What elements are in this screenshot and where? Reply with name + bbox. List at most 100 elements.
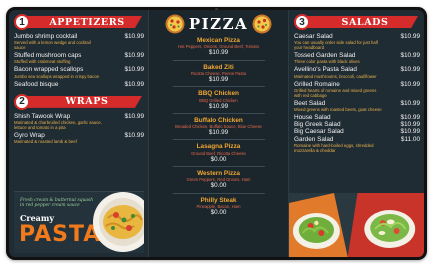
divider [172, 166, 265, 168]
menu-item: Big Caesar Salad $10.99 [294, 128, 420, 135]
menu-item: Avellino's Pasta Salad $10.99 Marinated m… [294, 66, 420, 78]
item-price: $10.99 [400, 66, 420, 74]
item-name: Caesar Salad [294, 33, 333, 40]
item-name: Beet Salad [294, 99, 326, 107]
middle-column: PIZZA Mexican Pizza Hot Peppers, Onions,… [148, 10, 289, 257]
item-name: Grilled Romaine [294, 80, 340, 88]
menu-item: Caesar Salad $10.99 You can usually order… [294, 33, 420, 50]
item-price: $10.99 [400, 114, 420, 122]
item-name: Big Caesar Salad [294, 128, 344, 136]
item-name: Lasagna Pizza [196, 143, 241, 151]
item-desc: You can usually order side salad for jus… [294, 40, 378, 51]
item-name: Garden Salad [294, 135, 334, 143]
pasta-promo: Fresh cream & butternut squash in red pe… [14, 191, 144, 253]
pizza-title: PIZZA [188, 15, 249, 33]
item-price: $10.99 [400, 80, 420, 88]
pizza-icon [165, 14, 185, 34]
item-price: $10.99 [400, 121, 420, 129]
item-price: $10.99 [208, 102, 229, 110]
item-price: $11.00 [400, 135, 420, 143]
promo-tagline: Fresh cream & butternut squash in red pe… [20, 198, 93, 209]
item-price: $10.99 [124, 132, 144, 140]
menu-item: Big Greek Salad $10.99 [294, 121, 420, 128]
pizza-item: Lasagna Pizza Ground Beef, Ricotta Chees… [152, 143, 285, 163]
item-name: Jumbo shrimp cocktail [14, 33, 78, 40]
divider [172, 86, 265, 88]
menu-item: Tossed Garden Salad $10.99 Three color pa… [294, 52, 420, 64]
salad-photos [289, 193, 424, 257]
item-desc: Marinated & charbroiled chicken, garlic … [14, 120, 102, 131]
menu-item: Garden Salad $11.00 Romaine with hard-boi… [294, 136, 420, 153]
wraps-list: Shish Tawook Wrap $10.99 Marinated & char… [14, 113, 144, 144]
promo-tagline-line-2: in red pepper cream sauce [20, 203, 80, 209]
menu-item: Grilled Romaine $10.99 Grilled hearts of … [294, 81, 420, 98]
item-price: $10.99 [124, 80, 144, 88]
pizza-item: Mexican Pizza Hot Peppers, Onions, Groun… [152, 37, 285, 57]
item-desc: Marinated mushrooms, broccoli, cauliflow… [294, 73, 377, 79]
pasta-plate-image [93, 192, 144, 252]
menu-item: Beet Salad $10.99 Mixed greens with roast… [294, 100, 420, 112]
item-price: $10.99 [400, 128, 420, 136]
item-name: Avellino's Pasta Salad [294, 66, 357, 74]
item-price: $10.99 [124, 66, 144, 74]
menu-board: 1 APPETIZERS Jumbo shrimp cocktail $10.99… [9, 10, 424, 257]
section-title: SALADS [341, 16, 389, 28]
item-desc: Grilled hearts of romaine and mixed gree… [294, 87, 377, 98]
pizza-item: BBQ Chicken BBQ Grilled Chicken $10.99 [152, 90, 285, 110]
divider [172, 139, 265, 141]
item-price: $0.00 [210, 209, 227, 217]
item-name: Shish Tawook Wrap [14, 112, 71, 120]
menu-item: Shish Tawook Wrap $10.99 Marinated & char… [14, 113, 144, 130]
pizza-item: Western Pizza Green Peppers, Red Onions,… [152, 170, 285, 190]
item-name: Philly Steak [200, 196, 237, 204]
item-price: $10.99 [124, 33, 144, 40]
item-price: $10.99 [208, 49, 229, 57]
item-name: Tossed Garden Salad [294, 52, 356, 60]
item-price: $10.99 [400, 99, 420, 107]
right-column: 3 SALADS Caesar Salad $10.99 You can usua… [289, 10, 424, 257]
divider [172, 59, 265, 61]
item-desc: Stuffed with crabmeat stuffing [14, 59, 71, 65]
section-number: 1 [14, 14, 30, 30]
menu-item: Gyro Wrap $10.99 Marinated & roasted lamb… [14, 132, 144, 144]
section-title: WRAPS [65, 96, 109, 108]
appetizers-header: 1 APPETIZERS [14, 14, 144, 30]
section-number: 2 [14, 93, 30, 110]
pizza-item: Buffalo Chicken Breaded Chicken, Buffalo… [152, 117, 285, 137]
menu-item: Seafood bisque $10.99 [14, 81, 144, 88]
menu-item: Bacon wrapped scallops $10.99 Jumbo sea s… [14, 66, 144, 78]
item-price: $10.99 [124, 112, 144, 120]
salad-plates-image [289, 193, 424, 257]
divider [172, 192, 265, 194]
item-name: Mexican Pizza [197, 37, 240, 44]
salads-header: 3 SALADS [294, 14, 420, 30]
digital-menu-screen: 1 APPETIZERS Jumbo shrimp cocktail $10.99… [6, 7, 427, 260]
item-desc: Romaine with hard-boiled eggs, shredded … [294, 142, 374, 153]
menu-item: House Salad $10.99 [294, 114, 420, 121]
item-price: $0.00 [210, 155, 227, 163]
section-number: 3 [294, 14, 310, 30]
menu-item: Jumbo shrimp cocktail $10.99 Served with … [14, 33, 144, 50]
item-price: $10.99 [208, 129, 229, 137]
item-name: BBQ Chicken [198, 90, 239, 98]
item-name: Baked Ziti [203, 63, 234, 71]
item-price: $10.99 [400, 52, 420, 60]
item-price: $10.99 [208, 76, 229, 84]
pizza-item: Baked Ziti Ricotta Cheese, Penne Pasta $… [152, 64, 285, 84]
item-price: $10.99 [124, 52, 144, 60]
item-desc: Jumbo sea scallops wrapped in crispy bac… [14, 73, 100, 79]
item-name: Gyro Wrap [14, 132, 45, 140]
wraps-header: 2 WRAPS [14, 93, 144, 110]
salads-list: Caesar Salad $10.99 You can usually order… [294, 33, 420, 153]
item-price: $0.00 [210, 182, 227, 190]
item-desc: Mixed greens with roasted beets, goat ch… [294, 107, 382, 113]
item-desc: Three color pasta with black olives [294, 59, 360, 65]
pizza-icon [252, 14, 272, 34]
item-name: House Salad [294, 114, 331, 122]
pizza-item: Philly Steak Pineapple, Bacon, Ham $0.00 [152, 197, 285, 217]
appetizers-list: Jumbo shrimp cocktail $10.99 Served with … [14, 33, 144, 88]
item-desc: Marinated & roasted lamb & beef [14, 139, 77, 145]
item-name: Seafood bisque [14, 80, 59, 88]
item-name: Stuffed mushroom caps [14, 52, 82, 60]
item-name: Western Pizza [197, 170, 240, 178]
